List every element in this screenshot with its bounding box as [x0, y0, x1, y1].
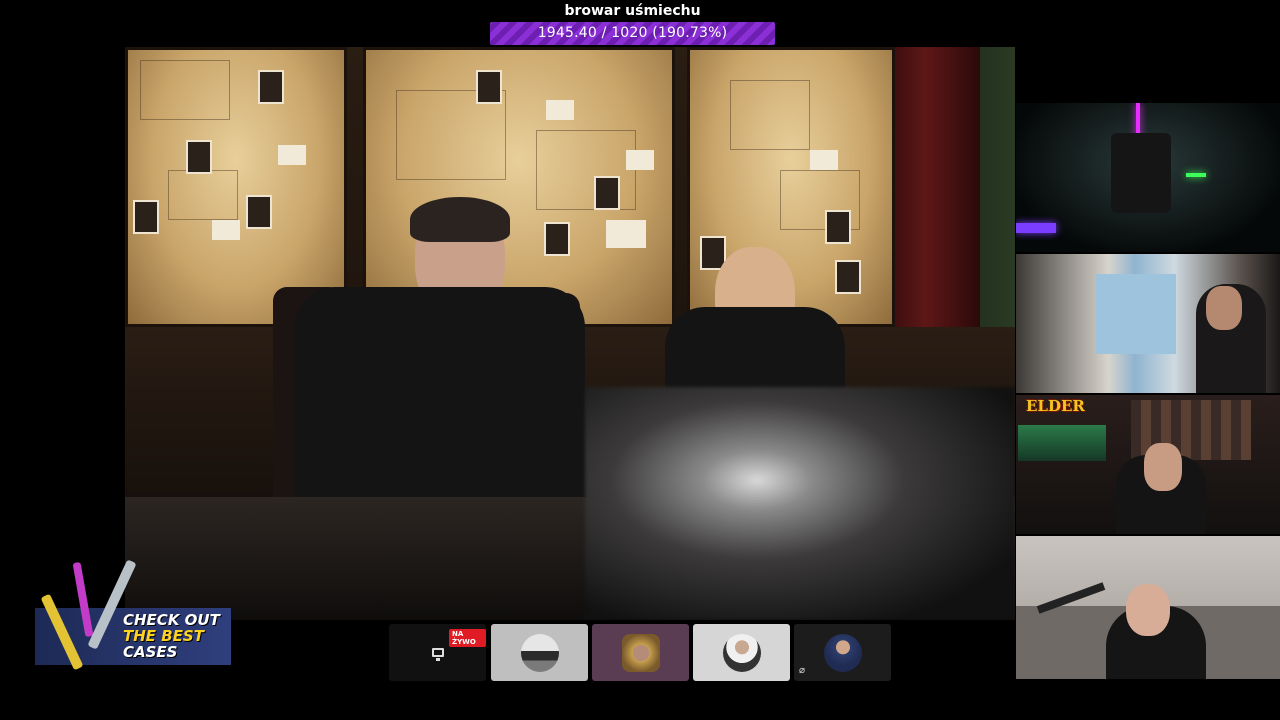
goal-progress-bar: 1945.40 / 1020 (190.73%)	[490, 22, 775, 45]
cam-apartment	[1016, 254, 1280, 393]
promo-line-1: CHECK OUT	[123, 611, 220, 629]
cam-elder: ELDER	[1016, 395, 1280, 534]
cam-gaming-room	[1016, 103, 1280, 252]
person-avatar-icon	[823, 633, 862, 672]
tile-participant-car[interactable]	[491, 624, 588, 681]
promo-text: CHECK OUT THE BEST CASES	[123, 612, 220, 660]
main-video-feed	[125, 47, 1015, 620]
person-avatar-icon	[722, 633, 761, 672]
screen-icon	[431, 648, 444, 661]
goal-title: browar uśmiechu	[564, 3, 701, 19]
tile-participant-frame[interactable]	[592, 624, 689, 681]
promo-line-2: THE BEST	[123, 627, 204, 645]
streamer-male	[275, 197, 585, 497]
promo-line-3: CASES	[123, 643, 178, 661]
promo-banner[interactable]: CHECK OUT THE BEST CASES	[35, 557, 231, 675]
elder-logo: ELDER	[1026, 397, 1085, 415]
tile-participant-person[interactable]	[693, 624, 790, 681]
cam-headphones	[1016, 536, 1280, 679]
tile-participant-muted[interactable]: ⌀	[794, 624, 891, 681]
donation-goal: browar uśmiechu 1945.40 / 1020 (190.73%)	[490, 0, 775, 45]
typewriter-blur	[585, 387, 1015, 620]
muted-icon: ⌀	[799, 665, 806, 676]
live-badge: NA ŻYWO	[449, 629, 486, 647]
goal-progress-text: 1945.40 / 1020 (190.73%)	[537, 25, 728, 41]
car-avatar-icon	[520, 633, 559, 672]
tile-screen-share[interactable]: NA ŻYWO	[389, 624, 486, 681]
frame-avatar-icon	[621, 633, 660, 672]
